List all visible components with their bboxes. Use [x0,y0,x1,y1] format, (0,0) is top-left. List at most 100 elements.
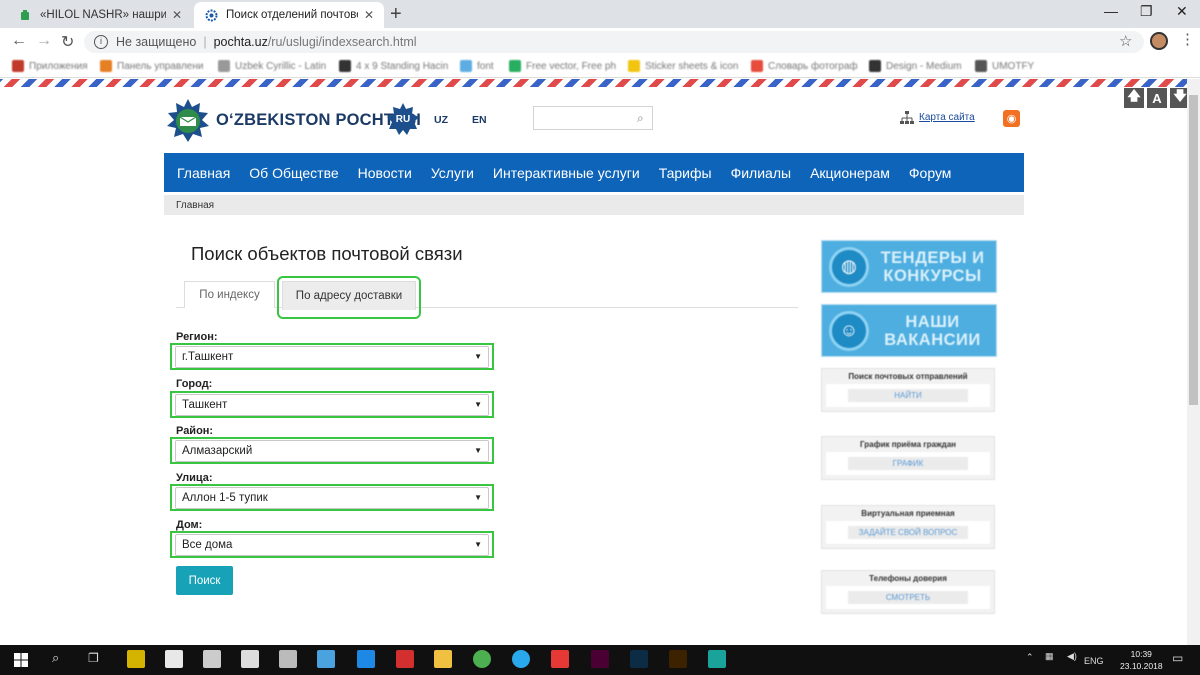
district-label: Район: [176,425,214,437]
mail-icon[interactable] [165,650,183,668]
opera-icon[interactable] [396,650,414,668]
nav-item-tariffs[interactable]: Тарифы [659,165,712,181]
highlight-box [277,276,421,319]
browser-toolbar: ← → ↻ i Не защищено | pochta.uz /ru/uslu… [0,28,1200,56]
system-clock[interactable]: 10:39 23.10.2018 [1120,648,1163,672]
illustrator-icon[interactable] [669,650,687,668]
notifications-icon[interactable]: ▭ [1172,651,1183,665]
main-navigation: Главная Об Обществе Новости Услуги Интер… [164,153,1024,192]
breadcrumb-home-link[interactable]: Главная [176,200,214,211]
bookmark-item[interactable]: 4 x 9 Standing Hacin [339,60,448,72]
bookmark-label: Design - Medium [886,60,962,72]
browser-tab-pochta[interactable]: Поиск отделений почтовой свя ✕ [194,2,384,28]
rss-icon[interactable]: ◉ [1003,110,1020,127]
maximize-button[interactable]: ❐ [1140,3,1153,20]
block-link[interactable]: СМОТРЕТЬ [848,591,968,604]
increase-contrast-button[interactable]: 🡅 [1124,88,1144,108]
sitemap-link[interactable]: Карта сайта [919,112,975,123]
bookmark-star-icon[interactable]: ☆ [1119,32,1132,50]
nav-item-services[interactable]: Услуги [431,165,474,181]
reload-icon[interactable]: ↻ [61,32,74,52]
sticky-notes-icon[interactable] [127,650,145,668]
bookmark-label: UMOTFY [992,60,1035,72]
house-select[interactable]: Все дома ▼ [175,534,489,556]
bookmark-item[interactable]: Design - Medium [869,60,962,72]
search-button[interactable]: Поиск [176,566,233,595]
nav-item-shareholders[interactable]: Акционерам [810,165,890,181]
indesign-icon[interactable] [591,650,609,668]
district-select[interactable]: Алмазарский ▼ [175,440,489,462]
block-link[interactable]: ГРАФИК [848,457,968,470]
block-link[interactable]: НАЙТИ [848,389,968,402]
search-icon[interactable]: ⌕ [637,111,644,126]
chrome-icon[interactable] [473,650,491,668]
kebab-menu-icon[interactable]: ⋮ [1180,30,1195,48]
app-icon[interactable] [708,650,726,668]
scrollbar-thumb[interactable] [1189,95,1198,405]
telegram-icon[interactable] [512,650,530,668]
input-language[interactable]: ENG [1084,656,1104,666]
nav-item-interactive[interactable]: Интерактивные услуги [493,165,640,181]
photoshop-icon[interactable] [630,650,648,668]
tray-chevron-icon[interactable]: ⌃ [1026,652,1034,663]
vacancies-banner[interactable]: ☺ НАШИ ВАКАНСИИ [821,304,997,357]
app-icon[interactable] [357,650,375,668]
font-size-button[interactable]: A [1147,88,1167,108]
city-label: Город: [176,378,213,390]
back-arrow-icon[interactable]: ← [11,32,27,50]
avatar[interactable] [1150,32,1168,50]
bookmark-item[interactable]: Словарь фотограф [751,60,858,72]
tab-close-icon[interactable]: ✕ [364,8,374,22]
browser-tab-hilol[interactable]: «HILOL NASHR» нашриёт-матба ✕ [8,2,192,28]
banner-text: ТЕНДЕРЫ И КОНКУРСЫ [880,248,985,285]
search-icon[interactable]: ⌕ [52,650,59,666]
nav-item-news[interactable]: Новости [358,165,412,181]
tenders-banner[interactable]: ◍ ТЕНДЕРЫ И КОНКУРСЫ [821,240,997,293]
reception-schedule-block: График приёма граждан ГРАФИК [821,436,995,480]
task-view-icon[interactable]: ❐ [88,651,99,665]
city-select[interactable]: Ташкент ▼ [175,394,489,416]
network-icon[interactable]: ▦ [1045,651,1054,662]
address-bar[interactable]: i Не защищено | pochta.uz /ru/uslugi/ind… [84,31,1144,53]
new-tab-button[interactable]: + [390,3,402,26]
close-window-button[interactable]: ✕ [1176,3,1188,20]
bookmark-favicon-icon [509,60,521,72]
volume-icon[interactable]: ◀) [1067,651,1077,662]
file-explorer-icon[interactable] [434,650,452,668]
block-link[interactable]: ЗАДАЙТЕ СВОЙ ВОПРОС [848,526,968,539]
camera-icon[interactable] [241,650,259,668]
airmail-stripe [0,79,1200,87]
site-search-input[interactable] [533,106,653,130]
windows-start-icon[interactable] [14,653,28,667]
nav-item-forum[interactable]: Форум [909,165,952,181]
pochta-logo-icon[interactable] [165,98,211,144]
bookmark-item[interactable]: UMOTFY [975,60,1034,72]
lang-uz-link[interactable]: UZ [434,114,448,126]
lang-ru-link[interactable]: RU [387,103,419,135]
street-select[interactable]: Аллон 1-5 тупик ▼ [175,487,489,509]
bookmark-item[interactable]: Приложения [12,60,88,72]
app-icon[interactable] [551,650,569,668]
calculator-icon[interactable] [203,650,221,668]
bookmark-item[interactable]: Uzbek Cyrillic - Latin [218,60,326,72]
app-icon[interactable] [279,650,297,668]
bookmark-item[interactable]: Free vector, Free ph [509,60,616,72]
minimize-button[interactable]: — [1104,3,1118,19]
trust-phones-block: Телефоны доверия СМОТРЕТЬ [821,570,995,614]
bookmark-item[interactable]: Sticker sheets & icon [628,60,738,72]
hilol-favicon-icon [18,8,32,22]
nav-item-about[interactable]: Об Обществе [249,165,338,181]
lang-en-link[interactable]: EN [472,114,487,126]
info-icon[interactable]: i [94,35,108,49]
tab-by-index[interactable]: По индексу [184,281,275,308]
region-select[interactable]: г.Ташкент ▼ [175,346,489,368]
app-icon[interactable] [317,650,335,668]
bookmark-item[interactable]: font [460,60,494,72]
tab-close-icon[interactable]: ✕ [172,8,182,22]
bookmark-label: Приложения [29,60,88,72]
nav-item-home[interactable]: Главная [177,165,230,181]
nav-item-branches[interactable]: Филиалы [731,165,791,181]
tab-title: Поиск отделений почтовой свя [226,9,358,21]
forward-arrow-icon[interactable]: → [36,32,52,50]
bookmark-item[interactable]: Панель управлени [100,60,203,72]
